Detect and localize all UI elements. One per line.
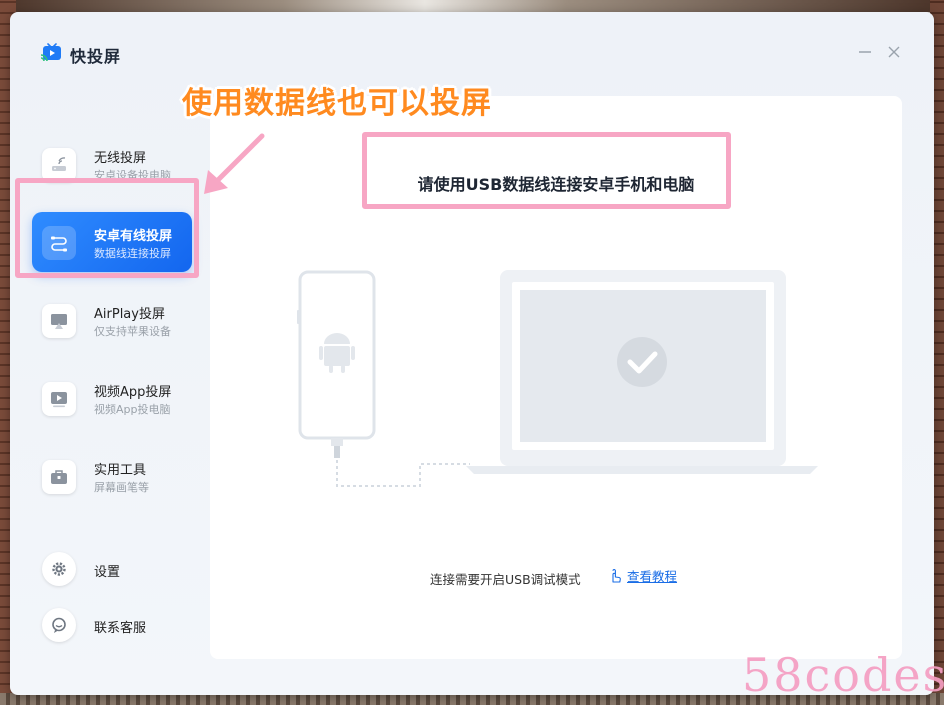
minimize-button[interactable] (855, 44, 875, 64)
settings-label: 设置 (94, 565, 121, 580)
sidebar-item-label: 实用工具 (94, 463, 147, 478)
sidebar-item-video-app-cast[interactable]: 视频App投屏 视频App投电脑 (32, 368, 192, 428)
annotation-caption: 使用数据线也可以投屏 (182, 86, 492, 121)
gear-icon (42, 552, 76, 586)
usb-debug-note: 连接需要开启USB调试模式 (430, 572, 581, 587)
minimize-icon (859, 51, 871, 53)
app-title: 快投屏 (70, 47, 122, 66)
annotation-highlight-sidebar (15, 178, 199, 278)
annotation-highlight-instruction (362, 132, 731, 209)
pointer-hand-icon (612, 568, 621, 583)
close-icon (888, 46, 900, 58)
laptop-icon (466, 270, 818, 474)
video-play-icon (42, 382, 76, 416)
watermark: 58codes (742, 648, 944, 702)
annotation-arrow-icon (204, 133, 265, 194)
view-tutorial-link[interactable]: 查看教程 (608, 566, 677, 585)
sidebar-item-sublabel: 屏幕画笔等 (94, 481, 149, 494)
sidebar-item-airplay-cast[interactable]: AirPlay投屏 仅支持苹果设备 (32, 290, 192, 350)
chat-icon (42, 608, 76, 642)
sidebar-item-label: 视频App投屏 (94, 385, 172, 400)
settings-button[interactable]: 设置 (32, 550, 192, 590)
sidebar-item-tools[interactable]: 实用工具 屏幕画笔等 (32, 446, 192, 506)
check-circle-icon (617, 337, 667, 387)
close-button[interactable] (884, 44, 904, 64)
tutorial-link-label[interactable]: 查看教程 (627, 566, 677, 585)
contact-support-button[interactable]: 联系客服 (32, 606, 192, 646)
sidebar-item-sublabel: 仅支持苹果设备 (94, 325, 171, 338)
airplay-icon (42, 304, 76, 338)
title-bar[interactable]: 快投屏 (10, 12, 934, 84)
usb-cable-line (336, 460, 470, 487)
phone-icon (297, 270, 376, 458)
sidebar-item-label: 无线投屏 (94, 151, 147, 166)
contact-support-label: 联系客服 (94, 621, 147, 636)
sidebar-item-sublabel: 视频App投电脑 (94, 403, 171, 416)
sidebar-item-label: AirPlay投屏 (94, 307, 165, 322)
phone-laptop-illustration (297, 270, 818, 487)
toolbox-icon (42, 460, 76, 494)
app-logo-icon (41, 43, 61, 62)
desktop-background-top (0, 0, 944, 12)
wireless-router-icon (42, 148, 76, 182)
